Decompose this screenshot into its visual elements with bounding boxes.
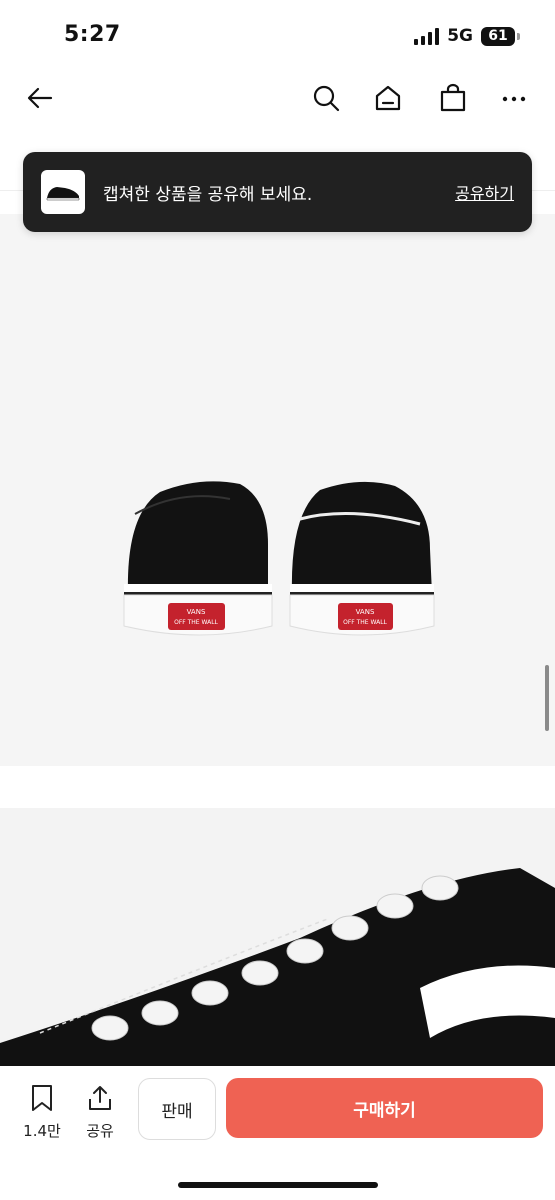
bookmark-count: 1.4만 bbox=[23, 1122, 61, 1140]
sell-button[interactable]: 판매 bbox=[138, 1078, 216, 1140]
toast-share-button[interactable]: 공유하기 bbox=[455, 180, 514, 204]
toast-message: 캡쳐한 상품을 공유해 보세요. bbox=[103, 184, 313, 205]
status-indicators: 5G 61 bbox=[414, 26, 520, 46]
product-image-rear[interactable]: VANS OFF THE WALL VANS OFF THE WALL bbox=[0, 214, 555, 766]
home-icon[interactable] bbox=[372, 82, 404, 114]
bookmark-button[interactable]: 1.4만 bbox=[20, 1084, 64, 1141]
share-toast: 캡쳐한 상품을 공유해 보세요. 공유하기 bbox=[23, 152, 532, 232]
svg-text:VANS: VANS bbox=[356, 608, 375, 616]
signal-icon bbox=[414, 27, 440, 45]
search-icon[interactable] bbox=[310, 82, 342, 114]
scroll-indicator[interactable] bbox=[545, 665, 549, 731]
network-type: 5G bbox=[447, 26, 473, 46]
home-indicator[interactable] bbox=[178, 1182, 378, 1188]
product-image-laces[interactable] bbox=[0, 808, 555, 1068]
svg-text:OFF THE WALL: OFF THE WALL bbox=[343, 619, 387, 626]
left-shoe-image: VANS OFF THE WALL bbox=[123, 481, 273, 636]
svg-text:VANS: VANS bbox=[187, 608, 206, 616]
share-button[interactable]: 공유 bbox=[80, 1084, 120, 1141]
right-shoe-image: VANS OFF THE WALL bbox=[289, 481, 435, 636]
bookmark-icon bbox=[29, 1084, 55, 1116]
share-label: 공유 bbox=[86, 1122, 114, 1140]
back-arrow-icon[interactable] bbox=[24, 82, 56, 114]
shopping-bag-icon[interactable] bbox=[437, 82, 469, 114]
toast-thumbnail bbox=[41, 170, 85, 214]
battery-icon: 61 bbox=[481, 26, 520, 46]
buy-button[interactable]: 구매하기 bbox=[226, 1078, 543, 1138]
more-icon[interactable] bbox=[498, 82, 530, 114]
svg-text:OFF THE WALL: OFF THE WALL bbox=[174, 619, 218, 626]
battery-level: 61 bbox=[488, 28, 508, 44]
status-time: 5:27 bbox=[64, 22, 121, 47]
share-icon bbox=[87, 1084, 113, 1116]
